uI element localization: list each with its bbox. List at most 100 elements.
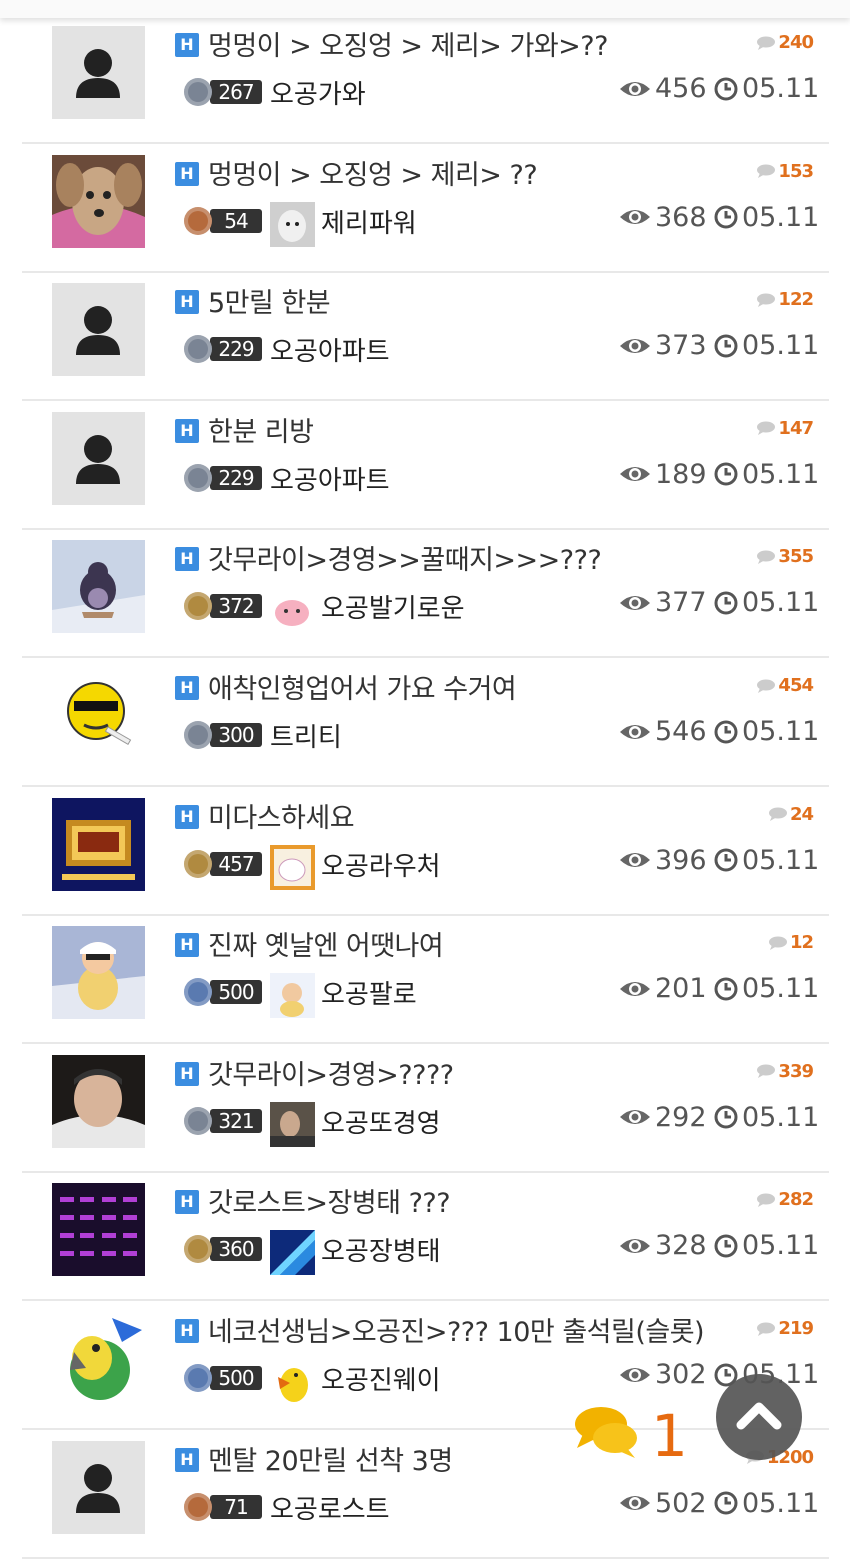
post-row[interactable]: H 애착인형업어서 가요 수거여 454 300 트리티 546 05.11 xyxy=(22,659,829,787)
level-emblem-icon xyxy=(184,1492,212,1521)
view-count-value: 368 xyxy=(655,201,707,233)
clock-icon xyxy=(714,1491,738,1515)
author-nickname[interactable]: 오공팔로 xyxy=(321,974,417,1011)
author-nickname[interactable]: 오공로스트 xyxy=(270,1489,390,1526)
comment-count-value: 339 xyxy=(778,1060,814,1082)
level-emblem-icon xyxy=(184,721,212,749)
post-thumbnail[interactable] xyxy=(52,1440,145,1534)
post-title[interactable]: 한분 리방 xyxy=(208,410,314,449)
comment-bubble-icon xyxy=(757,1193,776,1207)
post-thumbnail[interactable] xyxy=(52,1054,145,1148)
level-emblem-icon xyxy=(184,463,212,492)
post-thumbnail[interactable] xyxy=(52,411,145,505)
post-date-value: 05.11 xyxy=(742,587,820,619)
post-title[interactable]: 5만릴 한분 xyxy=(208,281,331,320)
post-thumbnail[interactable] xyxy=(52,154,145,248)
level-emblem-icon xyxy=(184,1106,212,1135)
user-avatar[interactable] xyxy=(270,1230,315,1276)
eye-icon xyxy=(620,981,650,996)
post-thumbnail[interactable] xyxy=(52,26,145,119)
h-badge-icon: H xyxy=(175,33,199,57)
user-avatar[interactable] xyxy=(270,844,315,890)
post-title[interactable]: 애착인형업어서 가요 수거여 xyxy=(208,667,517,706)
post-thumbnail[interactable] xyxy=(52,926,145,1020)
post-row[interactable]: H 갓무라이>경영>>꿀때지>>>??? 355 372 오공발기로운 377 … xyxy=(22,530,829,659)
post-row[interactable]: H 멍멍이 > 오징엉 > 제리> 가와>?? 240 267 오공가와 456… xyxy=(22,16,829,144)
author-nickname[interactable]: 오공아파트 xyxy=(270,460,390,497)
level-number: 229 xyxy=(210,337,262,362)
post-date-value: 05.11 xyxy=(742,844,820,876)
level-number: 500 xyxy=(210,1366,262,1390)
post-title[interactable]: 갓무라이>경영>>꿀때지>>>??? xyxy=(208,538,602,577)
author-nickname[interactable]: 트리티 xyxy=(270,717,342,754)
post-row[interactable]: H 5만릴 한분 122 229 오공아파트 373 05.11 xyxy=(22,273,829,402)
chat-float-button[interactable]: 1 xyxy=(573,1402,693,1474)
comment-count-value: 153 xyxy=(778,160,814,182)
level-badge: 229 xyxy=(184,463,264,493)
h-badge-icon: H xyxy=(175,547,199,572)
post-row[interactable]: H 진짜 옛날엔 어땟나여 12 500 오공팔로 201 05.11 xyxy=(22,916,829,1045)
comment-bubble-icon xyxy=(757,164,776,179)
comment-count: 282 xyxy=(756,1189,814,1210)
post-title[interactable]: 진짜 옛날엔 어땟나여 xyxy=(208,924,444,963)
user-avatar[interactable] xyxy=(270,201,315,247)
comment-bubble-icon xyxy=(757,36,776,50)
level-emblem-icon xyxy=(184,849,212,878)
h-badge-icon: H xyxy=(175,676,199,700)
post-thumbnail[interactable] xyxy=(52,283,145,377)
post-row[interactable]: H 갓로스트>장병태 ??? 282 360 오공장병태 328 05.11 xyxy=(22,1173,829,1302)
post-date: 05.11 xyxy=(714,459,819,490)
post-row[interactable]: H 미다스하세요 24 457 오공라우처 396 05.11 xyxy=(22,788,829,916)
h-badge-icon: H xyxy=(175,1061,199,1086)
post-title[interactable]: 네코선생님>오공진>??? 10만 출석릴(슬롯) xyxy=(208,1310,705,1349)
level-number: 229 xyxy=(210,465,262,490)
level-badge: 360 xyxy=(184,1234,264,1264)
view-count: 328 xyxy=(619,1230,707,1261)
post-row[interactable]: H 네코선생님>오공진>??? 10만 출석릴(슬롯) 219 500 오공진웨… xyxy=(22,1302,829,1430)
view-count: 201 xyxy=(619,973,707,1004)
post-title[interactable]: 멍멍이 > 오징엉 > 제리> 가와>?? xyxy=(208,24,608,63)
comment-count: 12 xyxy=(768,932,814,953)
user-avatar[interactable] xyxy=(270,1359,315,1404)
user-avatar[interactable] xyxy=(270,1101,315,1147)
author-nickname[interactable]: 오공진웨이 xyxy=(321,1360,441,1397)
post-row[interactable]: H 멘탈 20만릴 선착 3명 1200 71 오공로스트 502 05.11 xyxy=(22,1431,829,1559)
view-count: 396 xyxy=(619,845,707,876)
user-avatar[interactable] xyxy=(270,973,315,1019)
author-nickname[interactable]: 제리파워 xyxy=(321,203,417,240)
author-nickname[interactable]: 오공또경영 xyxy=(321,1103,441,1140)
h-badge-icon: H xyxy=(175,161,199,186)
level-badge: 500 xyxy=(184,1363,264,1393)
eye-icon xyxy=(620,467,650,482)
top-header-bar xyxy=(0,0,850,18)
post-title[interactable]: 멘탈 20만릴 선착 3명 xyxy=(208,1439,453,1478)
view-count-value: 373 xyxy=(655,330,707,362)
post-date-value: 05.11 xyxy=(742,1230,820,1262)
author-nickname[interactable]: 오공아파트 xyxy=(270,331,390,368)
post-thumbnail[interactable] xyxy=(52,540,145,634)
author-nickname[interactable]: 오공발기로운 xyxy=(321,588,465,625)
eye-icon xyxy=(620,853,650,868)
clock-icon xyxy=(714,977,738,1001)
post-thumbnail[interactable] xyxy=(52,1312,145,1405)
post-row[interactable]: H 멍멍이 > 오징엉 > 제리> ?? 153 54 제리파워 368 05.… xyxy=(22,145,829,273)
author-nickname[interactable]: 오공장병태 xyxy=(321,1231,441,1268)
comment-count: 153 xyxy=(756,160,814,182)
post-title[interactable]: 멍멍이 > 오징엉 > 제리> ?? xyxy=(208,153,538,192)
comment-count-value: 147 xyxy=(778,417,814,439)
post-title[interactable]: 미다스하세요 xyxy=(208,796,355,835)
post-title[interactable]: 갓로스트>장병태 ??? xyxy=(208,1181,451,1220)
post-thumbnail[interactable] xyxy=(52,669,145,762)
post-title[interactable]: 갓무라이>경영>???? xyxy=(208,1053,454,1092)
post-thumbnail[interactable] xyxy=(52,797,145,891)
level-emblem-icon xyxy=(184,335,212,364)
post-row[interactable]: H 갓무라이>경영>???? 339 321 오공또경영 292 05.11 xyxy=(22,1045,829,1173)
post-date: 05.11 xyxy=(714,587,819,618)
scroll-top-button[interactable] xyxy=(716,1374,802,1460)
user-avatar[interactable] xyxy=(270,587,315,633)
author-nickname[interactable]: 오공가와 xyxy=(270,74,366,111)
post-thumbnail[interactable] xyxy=(52,1183,145,1277)
author-nickname[interactable]: 오공라우처 xyxy=(321,846,441,883)
view-count-value: 201 xyxy=(655,973,707,1005)
post-row[interactable]: H 한분 리방 147 229 오공아파트 189 05.11 xyxy=(22,402,829,530)
